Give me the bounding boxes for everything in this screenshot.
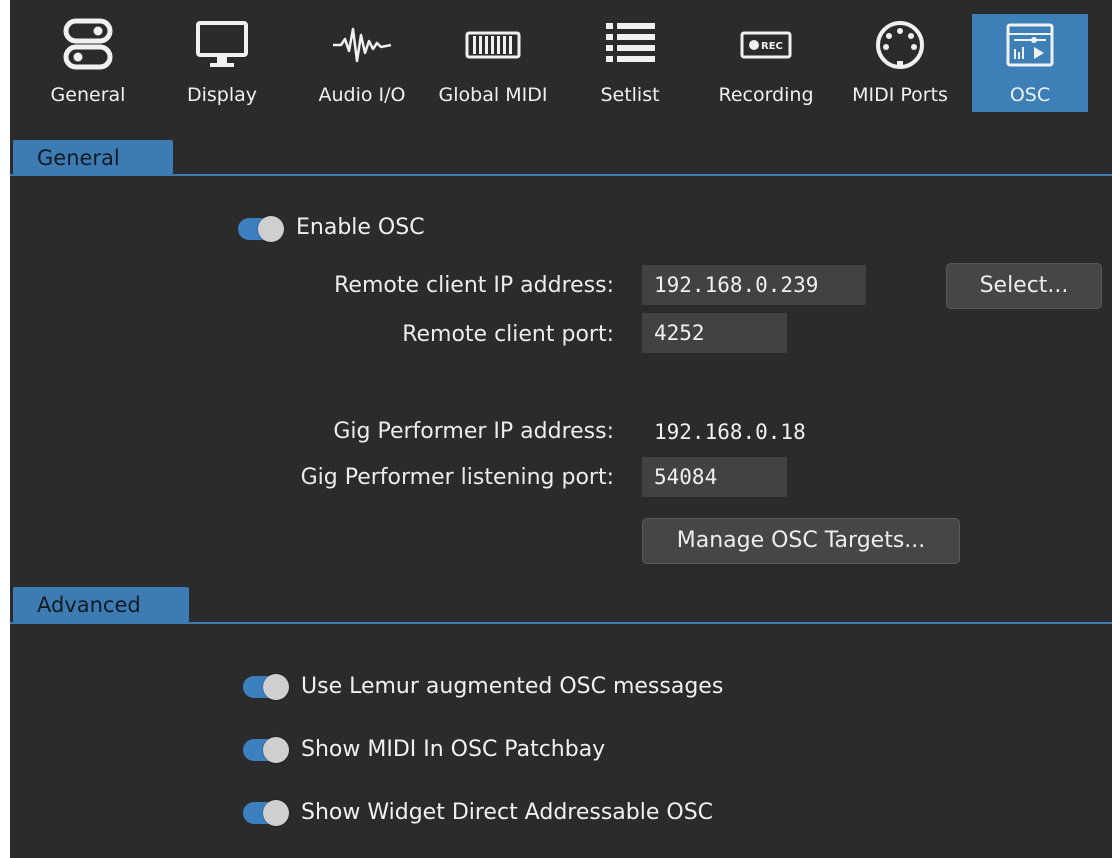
select-button[interactable]: Select... <box>946 263 1102 309</box>
list-icon <box>600 14 660 76</box>
midi-port-icon <box>870 14 930 76</box>
general-section-divider <box>10 174 1112 176</box>
toggle-knob <box>263 674 289 700</box>
lemur-augmented-label: Use Lemur augmented OSC messages <box>301 674 724 699</box>
tab-display[interactable]: Display <box>172 14 272 112</box>
enable-osc-toggle[interactable] <box>238 216 286 242</box>
advanced-section-header: Advanced <box>13 587 189 623</box>
tab-setlist-label: Setlist <box>600 84 660 106</box>
waveform-icon <box>327 14 397 76</box>
rec-icon: REC <box>734 14 798 76</box>
monitor-icon <box>192 14 252 76</box>
tab-recording-label: Recording <box>718 84 814 106</box>
tab-midi-ports[interactable]: MIDI Ports <box>840 14 960 112</box>
advanced-section-divider <box>10 622 1112 624</box>
tab-midi-ports-label: MIDI Ports <box>852 84 948 106</box>
tab-global-midi[interactable]: Global MIDI <box>430 14 556 112</box>
lemur-augmented-toggle[interactable] <box>243 674 291 700</box>
enable-osc-label: Enable OSC <box>296 215 425 240</box>
preferences-toolbar: General Display Audio I/O Global MIDI Se… <box>10 0 1112 118</box>
gp-ip-label: Gig Performer IP address: <box>333 419 614 444</box>
remote-port-field[interactable]: 4252 <box>642 313 787 353</box>
tab-osc[interactable]: OSC <box>972 14 1088 112</box>
widget-direct-osc-label: Show Widget Direct Addressable OSC <box>301 800 714 825</box>
tab-general[interactable]: General <box>38 14 138 112</box>
manage-osc-targets-button[interactable]: Manage OSC Targets... <box>642 518 960 564</box>
toggle-knob <box>263 737 289 763</box>
remote-port-label: Remote client port: <box>402 322 614 347</box>
toggles-icon <box>58 14 118 76</box>
svg-text:REC: REC <box>761 41 783 52</box>
tab-general-label: General <box>50 84 126 106</box>
remote-ip-field[interactable]: 192.168.0.239 <box>642 265 866 305</box>
gp-port-field[interactable]: 54084 <box>642 457 787 497</box>
tab-display-label: Display <box>186 84 258 106</box>
widget-direct-osc-toggle[interactable] <box>243 800 291 826</box>
tab-osc-label: OSC <box>1009 84 1051 106</box>
tab-recording[interactable]: REC Recording <box>710 14 822 112</box>
midi-in-patchbay-label: Show MIDI In OSC Patchbay <box>301 737 606 762</box>
tab-audio-io[interactable]: Audio I/O <box>302 14 422 112</box>
keyboard-icon <box>461 14 525 76</box>
tab-global-midi-label: Global MIDI <box>438 84 548 106</box>
osc-icon <box>1000 14 1060 76</box>
gp-port-label: Gig Performer listening port: <box>300 465 614 490</box>
toggle-knob <box>263 800 289 826</box>
general-section-header: General <box>13 140 173 176</box>
toggle-knob <box>258 216 284 242</box>
midi-in-patchbay-toggle[interactable] <box>243 737 291 763</box>
tab-audio-io-label: Audio I/O <box>318 84 406 106</box>
gp-ip-value: 192.168.0.18 <box>654 420 806 444</box>
tab-setlist[interactable]: Setlist <box>582 14 678 112</box>
remote-ip-label: Remote client IP address: <box>334 273 614 298</box>
preferences-window: General Display Audio I/O Global MIDI Se… <box>10 0 1112 858</box>
